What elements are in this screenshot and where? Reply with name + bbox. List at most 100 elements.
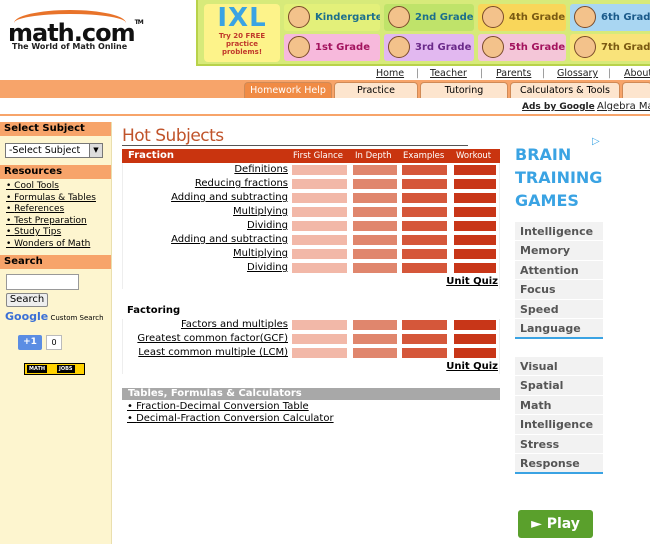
workout-cell[interactable]: [454, 320, 496, 330]
grade-button-7th[interactable]: 7th Grade: [570, 34, 650, 61]
chevron-down-icon[interactable]: ▼: [89, 144, 102, 157]
topic-link[interactable]: Greatest common factor(GCF): [137, 333, 288, 344]
search-button[interactable]: Search: [6, 293, 48, 307]
nav-glossary[interactable]: Glossary: [557, 68, 598, 79]
resource-link-cool-tools[interactable]: Cool Tools: [6, 181, 111, 193]
algebra-ad-link[interactable]: Algebra Math: [597, 101, 650, 112]
math-com-logo[interactable]: math.comTM The World of Math Online: [0, 0, 196, 66]
grade-button-5th[interactable]: 5th Grade: [478, 34, 566, 61]
examples-cell[interactable]: [402, 221, 447, 231]
examples-cell[interactable]: [402, 179, 447, 189]
play-button[interactable]: ► Play: [518, 510, 593, 538]
topic-link[interactable]: Reducing fractions: [195, 178, 288, 189]
resource-link-references[interactable]: References: [6, 204, 111, 216]
examples-cell[interactable]: [402, 263, 447, 273]
in-depth-cell[interactable]: [353, 263, 397, 273]
grade-button-kindergarten[interactable]: Kindergarten: [284, 4, 380, 31]
conversion-calculator-link[interactable]: Decimal-Fraction Conversion Calculator: [127, 413, 334, 424]
topic-link[interactable]: Adding and subtracting: [171, 234, 288, 245]
in-depth-cell[interactable]: [353, 348, 397, 358]
resource-link-study-tips[interactable]: Study Tips: [6, 227, 111, 239]
in-depth-cell[interactable]: [353, 235, 397, 245]
in-depth-cell[interactable]: [353, 320, 397, 330]
brain-training-ad[interactable]: ▷ BRAIN TRAINING GAMES Intelligence Memo…: [507, 132, 650, 544]
grade-button-4th[interactable]: 4th Grade: [478, 4, 566, 31]
conversion-table-link[interactable]: Fraction-Decimal Conversion Table: [127, 401, 309, 412]
in-depth-cell[interactable]: [353, 165, 397, 175]
ixl-banner-ad[interactable]: IXL Try 20 FREE practice problems! Kinde…: [196, 0, 650, 66]
topic-link[interactable]: Dividing: [247, 262, 288, 273]
topic-link[interactable]: Multiplying: [233, 206, 288, 217]
first-glance-cell[interactable]: [292, 235, 347, 245]
workout-cell[interactable]: [454, 334, 496, 344]
ixl-promo[interactable]: IXL Try 20 FREE practice problems!: [204, 4, 280, 62]
math-jobs-badge[interactable]: MATH JOBS: [24, 363, 85, 375]
workout-cell[interactable]: [454, 165, 496, 175]
nav-home[interactable]: Home: [376, 68, 404, 79]
grade-button-3rd[interactable]: 3rd Grade: [384, 34, 474, 61]
examples-cell[interactable]: [402, 334, 447, 344]
first-glance-cell[interactable]: [292, 334, 347, 344]
tab-tutoring[interactable]: Tutoring: [420, 82, 508, 98]
examples-cell[interactable]: [402, 193, 447, 203]
ad-skill-list-1: Intelligence Memory Attention Focus Spee…: [515, 221, 603, 340]
grade-button-2nd[interactable]: 2nd Grade: [384, 4, 474, 31]
first-glance-cell[interactable]: [292, 221, 347, 231]
grade-button-6th[interactable]: 6th Grade: [570, 4, 650, 31]
search-input[interactable]: [6, 274, 79, 290]
examples-cell[interactable]: [402, 165, 447, 175]
factoring-unit-quiz-link[interactable]: Unit Quiz: [446, 361, 498, 372]
examples-cell[interactable]: [402, 207, 447, 217]
first-glance-cell[interactable]: [292, 320, 347, 330]
topic-link[interactable]: Factors and multiples: [181, 319, 288, 330]
workout-cell[interactable]: [454, 235, 496, 245]
subject-select[interactable]: -Select Subject ▼: [5, 143, 103, 158]
tab-homework-help[interactable]: Homework Help: [244, 82, 332, 98]
workout-cell[interactable]: [454, 348, 496, 358]
first-glance-cell[interactable]: [292, 165, 347, 175]
first-glance-cell[interactable]: [292, 263, 347, 273]
tab-calculators-tools[interactable]: Calculators & Tools: [510, 82, 620, 98]
nav-about[interactable]: About: [624, 68, 650, 79]
topic-link[interactable]: Least common multiple (LCM): [138, 347, 288, 358]
in-depth-cell[interactable]: [353, 207, 397, 217]
first-glance-cell[interactable]: [292, 179, 347, 189]
topic-link[interactable]: Definitions: [234, 164, 288, 175]
ad-skill-item: Memory: [515, 240, 603, 260]
fraction-unit-quiz-link[interactable]: Unit Quiz: [446, 276, 498, 287]
first-glance-cell[interactable]: [292, 348, 347, 358]
examples-cell[interactable]: [402, 235, 447, 245]
nav-parents[interactable]: Parents: [496, 68, 531, 79]
examples-cell[interactable]: [402, 320, 447, 330]
topic-link[interactable]: Dividing: [247, 220, 288, 231]
plus-one-button[interactable]: +1: [18, 335, 42, 350]
first-glance-cell[interactable]: [292, 193, 347, 203]
resource-link-wonders[interactable]: Wonders of Math: [6, 239, 111, 251]
col-examples: Examples: [403, 151, 445, 161]
workout-cell[interactable]: [454, 193, 496, 203]
examples-cell[interactable]: [402, 249, 447, 259]
in-depth-cell[interactable]: [353, 193, 397, 203]
in-depth-cell[interactable]: [353, 334, 397, 344]
tab-overflow[interactable]: [622, 82, 650, 98]
topic-link[interactable]: Multiplying: [233, 248, 288, 259]
resource-link-test-prep[interactable]: Test Preparation: [6, 216, 111, 228]
tab-practice[interactable]: Practice: [334, 82, 418, 98]
first-glance-cell[interactable]: [292, 249, 347, 259]
resource-link-formulas[interactable]: Formulas & Tables: [6, 193, 111, 205]
workout-cell[interactable]: [454, 249, 496, 259]
workout-cell[interactable]: [454, 263, 496, 273]
in-depth-cell[interactable]: [353, 249, 397, 259]
workout-cell[interactable]: [454, 179, 496, 189]
in-depth-cell[interactable]: [353, 221, 397, 231]
topic-link[interactable]: Adding and subtracting: [171, 192, 288, 203]
workout-cell[interactable]: [454, 207, 496, 217]
ads-by-google-link[interactable]: Ads by Google: [522, 102, 595, 112]
examples-cell[interactable]: [402, 348, 447, 358]
in-depth-cell[interactable]: [353, 179, 397, 189]
first-glance-cell[interactable]: [292, 207, 347, 217]
workout-cell[interactable]: [454, 221, 496, 231]
nav-teacher[interactable]: Teacher: [430, 68, 467, 79]
grade-button-1st[interactable]: 1st Grade: [284, 34, 380, 61]
google-plus-one[interactable]: +1 0: [18, 335, 64, 350]
